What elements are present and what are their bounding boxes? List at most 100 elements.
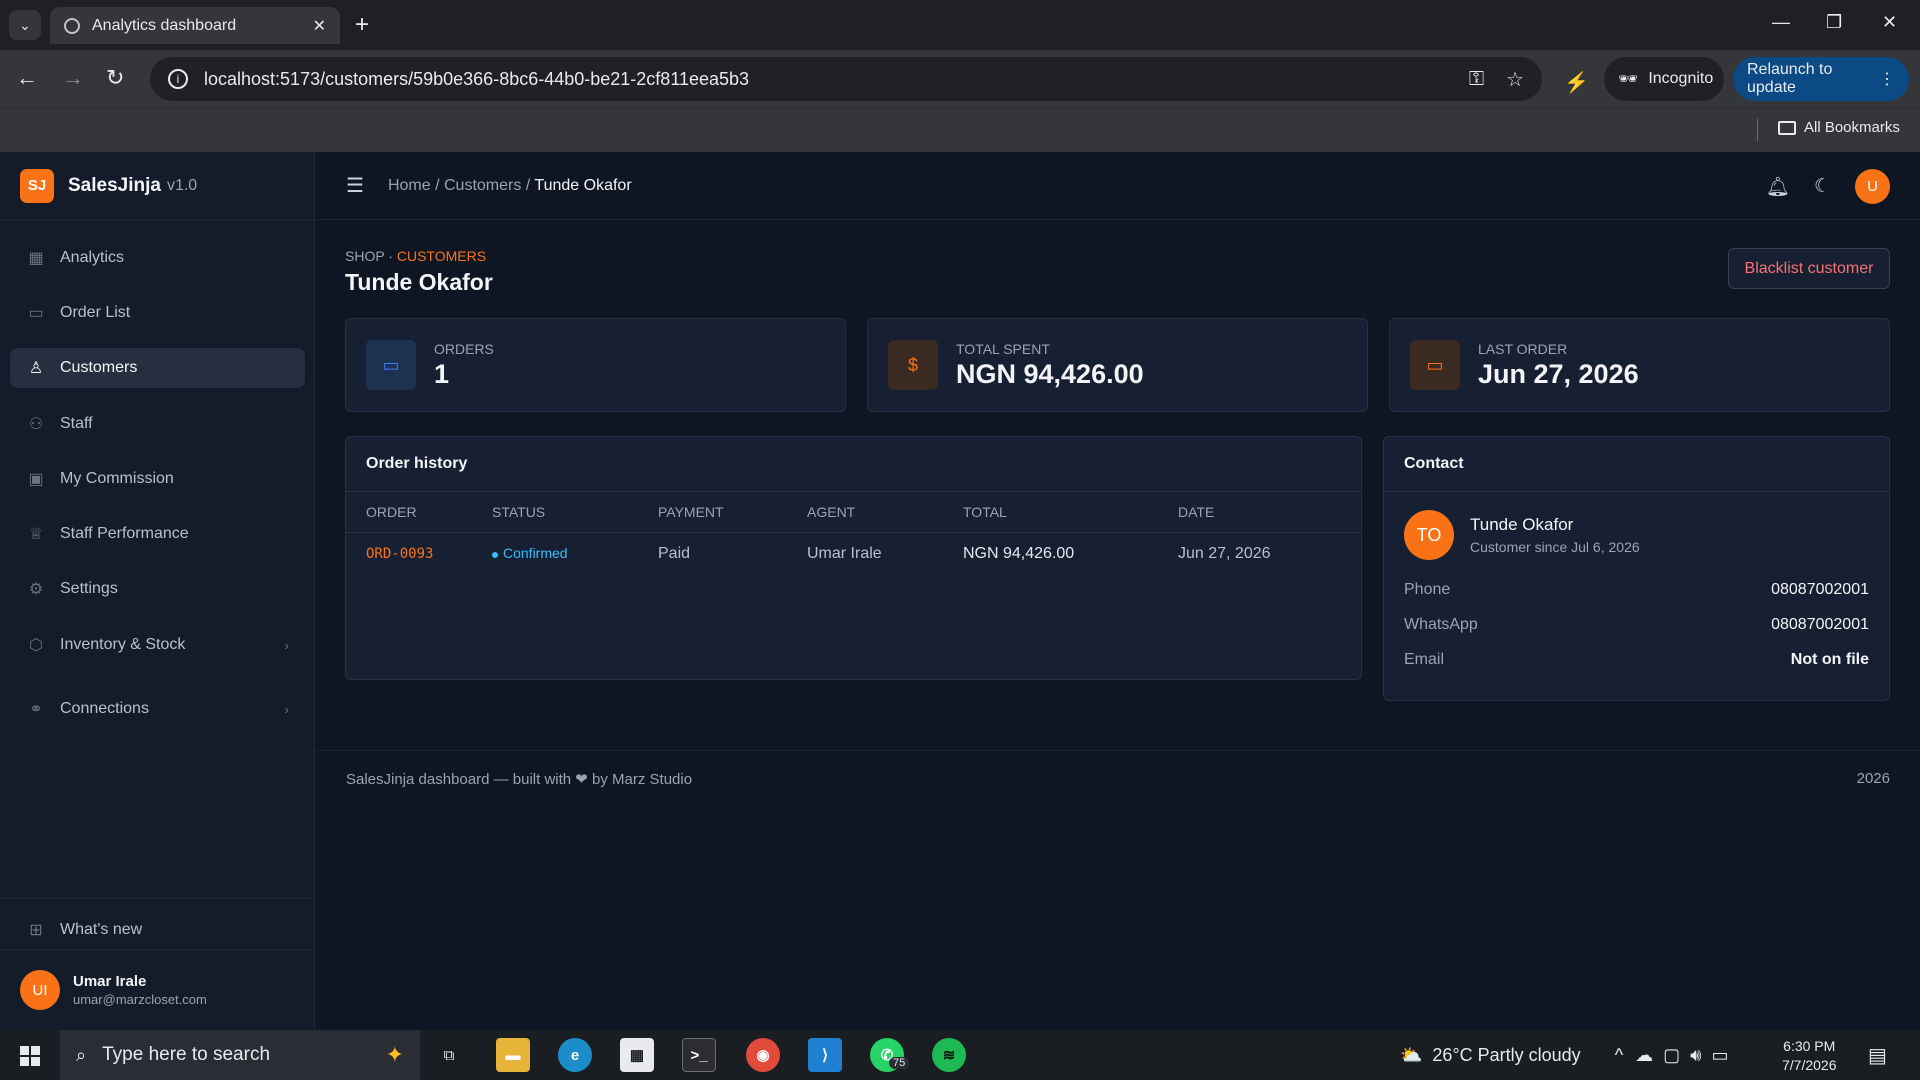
incognito-label: Incognito (1648, 70, 1714, 87)
moon-icon[interactable]: ☾ (1814, 175, 1831, 198)
weather-text[interactable]: 26°C Partly cloudy (1432, 1045, 1580, 1066)
sidebar-item-order-list[interactable]: ▭ Order List (10, 293, 305, 333)
blacklist-button[interactable]: Blacklist customer (1728, 248, 1890, 289)
cloud-icon[interactable]: ☁ (1635, 1045, 1653, 1066)
reload-button[interactable]: ↻ (106, 64, 124, 92)
sidebar-item-connections[interactable]: ⚭ Connections › (10, 689, 305, 729)
calendar-icon: ▭ (28, 305, 44, 322)
star-icon[interactable]: ☆ (1506, 67, 1524, 92)
trophy-icon: ♕ (28, 526, 44, 543)
info-icon[interactable]: i (168, 69, 188, 89)
maximize-button[interactable]: ❐ (1826, 12, 1842, 33)
stat-label: ORDERS (434, 340, 494, 357)
breadcrumb-home[interactable]: Home (388, 177, 431, 194)
contact-value[interactable]: 08087002001 (1771, 581, 1869, 599)
sidebar-item-analytics[interactable]: ▦ Analytics (10, 238, 305, 278)
calendar-icon: ▭ (366, 340, 416, 390)
all-bookmarks-button[interactable]: All Bookmarks (1778, 119, 1900, 136)
sidebar-item-settings[interactable]: ⚙ Settings (10, 569, 305, 609)
column-header: PAYMENT (658, 492, 807, 533)
spotify-icon[interactable]: ≋ (932, 1038, 966, 1072)
chevron-down-icon: ⌄ (19, 16, 31, 33)
column-header: AGENT (807, 492, 963, 533)
menu-icon[interactable]: ☰ (346, 173, 364, 198)
bell-icon[interactable]: 🔔︎ (1766, 175, 1790, 199)
user-profile[interactable]: UI Umar Irale umar@marzcloset.com (0, 950, 315, 1030)
tab-search-button[interactable]: ⌄ (9, 10, 41, 40)
device-icon[interactable]: ▢ (1663, 1045, 1680, 1066)
battery-icon[interactable]: ▭ (1712, 1045, 1729, 1066)
folder-icon (1778, 120, 1796, 135)
sidebar-item-whats-new[interactable]: ⊞ What's new (10, 910, 305, 950)
table-row[interactable]: ORD-0093 Confirmed Paid Umar Irale NGN 9… (346, 532, 1361, 576)
sidebar-item-customers[interactable]: ♙ Customers (10, 348, 305, 388)
more-vert-icon[interactable]: ⋮ (1879, 69, 1895, 89)
sidebar-item-staff[interactable]: ⚇ Staff (10, 404, 305, 444)
browser-tab[interactable]: Analytics dashboard ✕ (50, 7, 340, 44)
order-id-link[interactable]: ORD-0093 (366, 546, 433, 562)
eyebrow-section[interactable]: CUSTOMERS (397, 248, 486, 264)
sidebar-item-label: Analytics (60, 249, 125, 266)
terminal-icon[interactable]: >_ (682, 1038, 716, 1072)
total-cell: NGN 94,426.00 (963, 545, 1075, 563)
user-icon: ♙ (28, 360, 44, 377)
contact-value[interactable]: 08087002001 (1771, 616, 1869, 634)
sidebar-item-my-commission[interactable]: ▣ My Commission (10, 459, 305, 499)
forward-button[interactable]: → (62, 64, 84, 92)
globe-icon (64, 17, 80, 34)
money-icon: ▣ (28, 471, 44, 488)
sidebar-item-label: Settings (60, 580, 118, 597)
close-window-button[interactable]: ✕ (1882, 12, 1897, 33)
chevron-up-icon[interactable]: ^ (1615, 1045, 1623, 1066)
browser-toolbar: ← → ↻ i localhost:5173/customers/59b0e36… (0, 50, 1920, 108)
table-header-row: ORDER STATUS PAYMENT AGENT TOTAL DATE (346, 492, 1361, 533)
taskbar: ⌕ Type here to search ✦ ⧉ ▬ e ▦ >_ ◉ ⟩ ✆… (0, 1030, 1920, 1080)
edge-icon[interactable]: e (558, 1038, 592, 1072)
link-icon: ⚭ (29, 701, 43, 718)
incognito-badge[interactable]: 🕶 Incognito (1604, 57, 1724, 101)
grid-icon: ▦ (28, 250, 44, 267)
sidebar-item-label: Customers (60, 359, 138, 376)
windows-start-icon[interactable] (20, 1046, 40, 1066)
new-tab-button[interactable]: + (355, 11, 369, 39)
address-bar[interactable]: i localhost:5173/customers/59b0e366-8bc6… (150, 57, 1542, 101)
column-header: ORDER (346, 492, 492, 533)
user-email: umar@marzcloset.com (73, 992, 207, 1007)
sidebar-item-inventory[interactable]: ⬡ Inventory & Stock › (10, 625, 305, 665)
breadcrumb-customers[interactable]: Customers (444, 177, 521, 194)
avatar[interactable]: U (1855, 169, 1890, 204)
task-view-icon[interactable]: ⧉ (432, 1038, 466, 1072)
notifications-icon[interactable]: ▤ (1868, 1043, 1887, 1068)
relaunch-button[interactable]: Relaunch to update ⋮ (1733, 57, 1909, 101)
sidebar-item-label: Order List (60, 304, 131, 321)
sidebar-item-label: Staff (60, 415, 93, 432)
contact-row-phone: Phone 08087002001 (1384, 572, 1889, 607)
extension-icon[interactable]: ⚡ (1564, 70, 1589, 95)
main-content: SHOP · CUSTOMERS Tunde Okafor Blacklist … (345, 248, 1890, 701)
relaunch-label: Relaunch to update (1747, 61, 1833, 96)
contact-key: Email (1404, 650, 1445, 668)
brand[interactable]: SJ SalesJinja v1.0 (0, 152, 314, 220)
chrome-icon[interactable]: ◉ (746, 1038, 780, 1072)
agent-cell: Umar Irale (807, 545, 882, 563)
status-label: Confirmed (503, 545, 568, 562)
sidebar-item-staff-performance[interactable]: ♕ Staff Performance (10, 514, 305, 554)
volume-icon[interactable]: 🔊︎ (1690, 1045, 1701, 1066)
key-icon[interactable]: ⚿ (1469, 68, 1484, 91)
users-icon: ⚇ (28, 416, 44, 433)
taskbar-clock[interactable]: 6:30 PM 7/7/2026 (1782, 1037, 1837, 1075)
contact-name: Tunde Okafor (1470, 515, 1574, 534)
stat-card-last-order: ▭ LAST ORDER Jun 27, 2026 (1389, 318, 1890, 412)
back-button[interactable]: ← (16, 64, 38, 92)
tab-title: Analytics dashboard (92, 16, 237, 34)
close-icon[interactable]: ✕ (313, 16, 326, 36)
contact-header: TO Tunde Okafor Customer since Jul 6, 20… (1384, 492, 1889, 572)
minimize-button[interactable]: — (1772, 12, 1790, 33)
vscode-icon[interactable]: ⟩ (808, 1038, 842, 1072)
taskbar-search[interactable]: ⌕ Type here to search ✦ (60, 1030, 420, 1080)
file-explorer-icon[interactable]: ▬ (496, 1038, 530, 1072)
store-icon[interactable]: ▦ (620, 1038, 654, 1072)
sidebar-item-label: My Commission (60, 470, 174, 487)
sidebar: SJ SalesJinja v1.0 ▦ Analytics ▭ Order L… (0, 152, 315, 1030)
all-bookmarks-label: All Bookmarks (1804, 119, 1900, 136)
